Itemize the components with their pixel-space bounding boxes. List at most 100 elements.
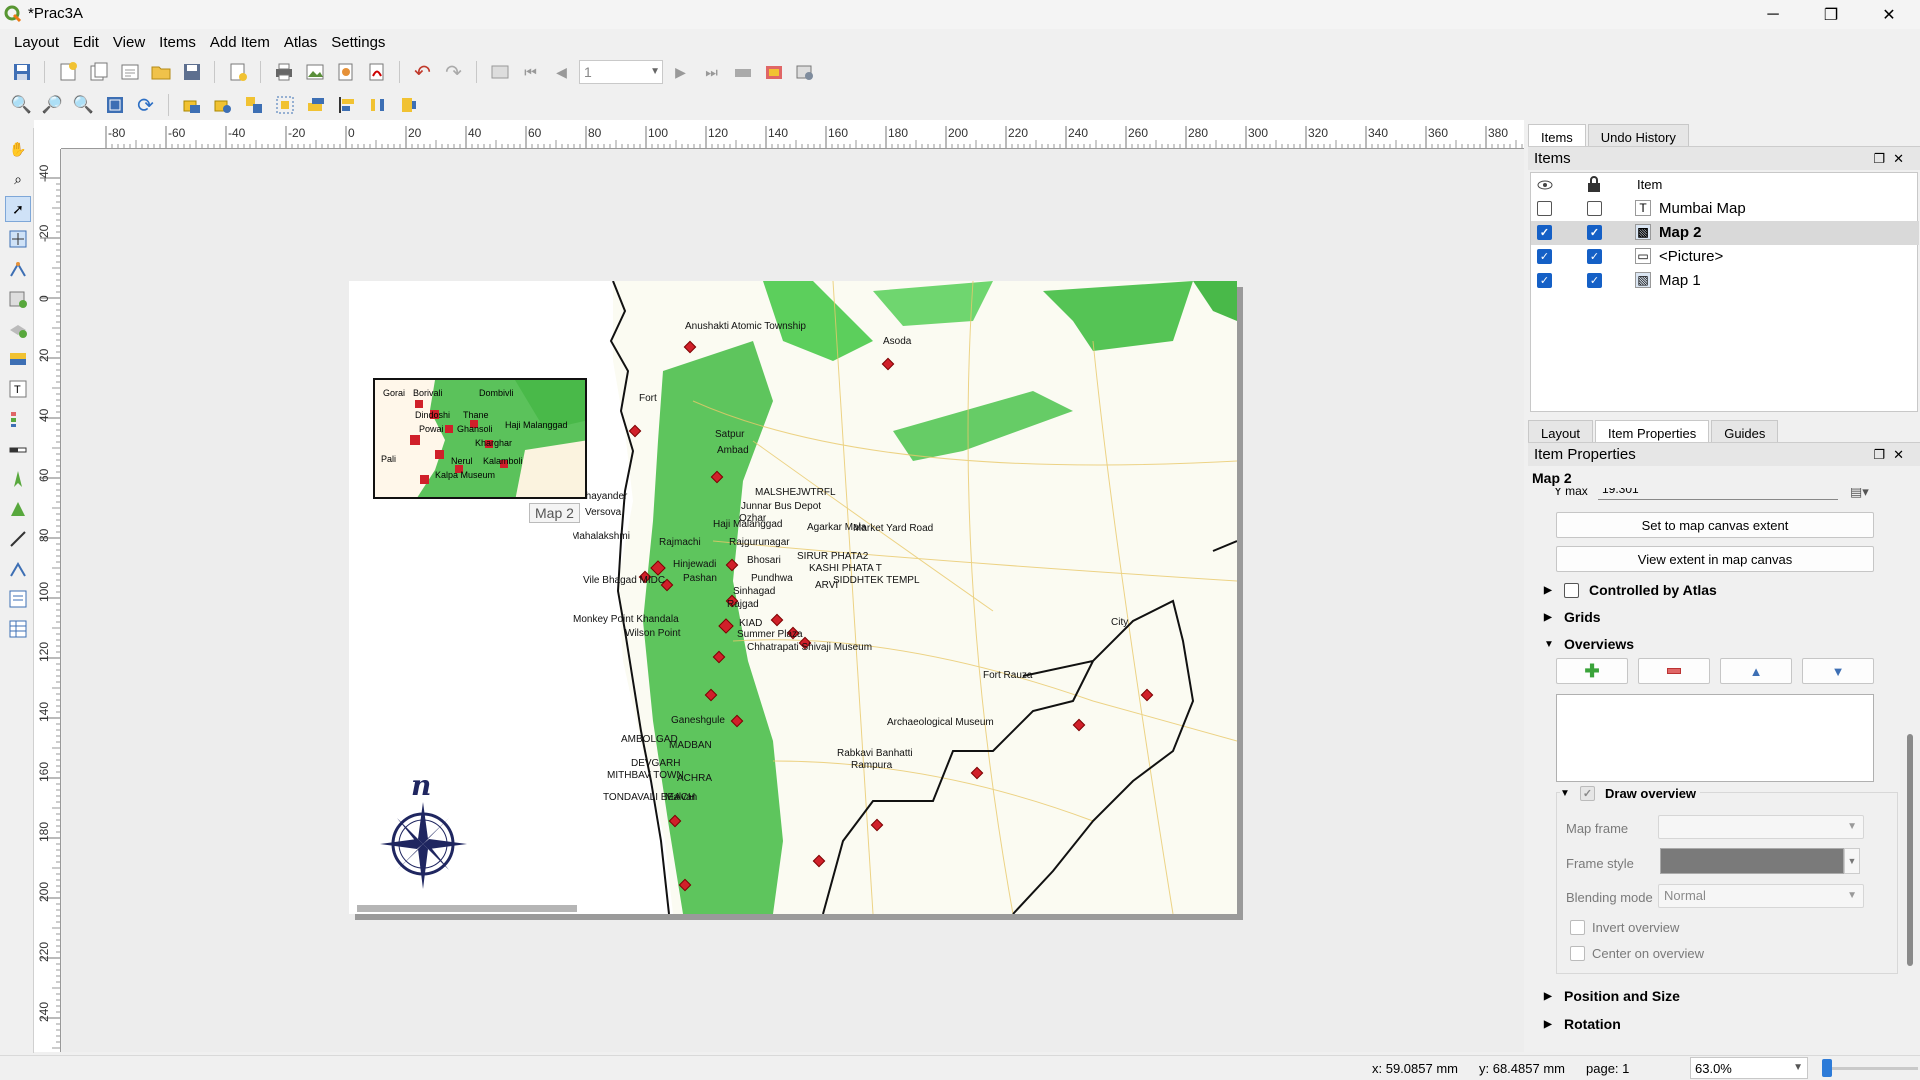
ymax-input[interactable]: 19.301	[1598, 488, 1838, 500]
zoom-slider[interactable]	[1822, 1059, 1918, 1077]
blending-mode-combo[interactable]: Normal ▼	[1658, 884, 1864, 908]
distribute-items-button[interactable]	[364, 92, 391, 119]
position-and-size-section[interactable]: ▶ Position and Size	[1544, 988, 1680, 1004]
menu-edit[interactable]: Edit	[67, 32, 105, 53]
float-panel-icon[interactable]: ❐	[1873, 151, 1893, 166]
print-button[interactable]	[270, 59, 297, 86]
zoom-out-button[interactable]: 🔎	[39, 92, 66, 119]
north-arrow-picture[interactable]: n	[375, 769, 475, 894]
grids-section[interactable]: ▶ Grids	[1544, 609, 1601, 625]
properties-scrollbar[interactable]	[1904, 488, 1916, 1054]
last-feature-button[interactable]: ⏭	[698, 59, 725, 86]
zoom-tool[interactable]: ⌕	[5, 166, 31, 192]
zoom-in-button[interactable]: 🔍	[8, 92, 35, 119]
overviews-section[interactable]: ▼ Overviews	[1544, 636, 1634, 652]
tab-items[interactable]: Items	[1528, 124, 1586, 146]
ungroup-items-button[interactable]	[271, 92, 298, 119]
atlas-preview-button[interactable]	[486, 59, 513, 86]
export-image-button[interactable]	[301, 59, 328, 86]
unlock-items-button[interactable]	[209, 92, 236, 119]
item-lock-checkbox[interactable]: ✓	[1587, 225, 1602, 240]
resize-items-button[interactable]	[395, 92, 422, 119]
layout-canvas[interactable]: Anushakti Atomic Township Asoda Fort Satpur…	[62, 149, 1524, 1052]
overviews-list[interactable]	[1556, 694, 1874, 782]
invert-overview-checkbox[interactable]	[1570, 920, 1585, 935]
item-visibility-checkbox[interactable]: ✓	[1537, 225, 1552, 240]
atlas-settings-button[interactable]	[791, 59, 818, 86]
layout-manager-button[interactable]	[116, 59, 143, 86]
add-pages-button[interactable]	[224, 59, 251, 86]
menu-add-item[interactable]: Add Item	[204, 32, 276, 53]
close-panel-icon[interactable]: ✕	[1893, 151, 1912, 166]
tab-undo-history[interactable]: Undo History	[1587, 124, 1689, 146]
item-lock-checkbox[interactable]: ✓	[1587, 273, 1602, 288]
open-template-button[interactable]	[147, 59, 174, 86]
zoom-slider-handle[interactable]	[1822, 1059, 1832, 1077]
draw-overview-section[interactable]: ▼ ✓ Draw overview	[1560, 786, 1701, 801]
atlas-page-combo[interactable]: 1 ▼	[579, 60, 663, 84]
menu-atlas[interactable]: Atlas	[278, 32, 323, 53]
inset-map-item[interactable]: Gorai Borivali Dombivli Dindoshi Thane P…	[373, 378, 587, 499]
add-map-tool[interactable]	[5, 286, 31, 312]
save-template-button[interactable]	[178, 59, 205, 86]
menu-layout[interactable]: Layout	[8, 32, 65, 53]
add-attribute-table-tool[interactable]	[5, 616, 31, 642]
close-panel-icon[interactable]: ✕	[1893, 447, 1912, 462]
controlled-by-atlas-section[interactable]: ▶ Controlled by Atlas	[1544, 582, 1717, 598]
add-picture-tool[interactable]	[5, 346, 31, 372]
new-layout-button[interactable]	[54, 59, 81, 86]
undo-button[interactable]: ↶	[409, 59, 436, 86]
add-legend-tool[interactable]	[5, 406, 31, 432]
data-defined-override-icon[interactable]: ▤▾	[1850, 488, 1869, 500]
rotation-section[interactable]: ▶ Rotation	[1544, 1016, 1621, 1032]
center-on-overview-checkbox[interactable]	[1570, 946, 1585, 961]
refresh-button[interactable]: ⟳	[132, 92, 159, 119]
item-row[interactable]: ✓ ✓ ▧ Map 2	[1531, 221, 1919, 245]
duplicate-layout-button[interactable]	[85, 59, 112, 86]
item-visibility-checkbox[interactable]	[1537, 201, 1552, 216]
menu-items[interactable]: Items	[153, 32, 202, 53]
tab-guides[interactable]: Guides	[1711, 420, 1779, 442]
close-window-button[interactable]: ✕	[1860, 0, 1918, 29]
item-row[interactable]: T Mumbai Map	[1531, 197, 1919, 221]
menu-settings[interactable]: Settings	[325, 32, 391, 53]
set-to-map-canvas-extent-button[interactable]: Set to map canvas extent	[1556, 512, 1874, 538]
restore-button[interactable]: ❐	[1802, 0, 1860, 29]
group-items-button[interactable]	[240, 92, 267, 119]
first-feature-button[interactable]: ⏮	[517, 59, 544, 86]
view-extent-in-map-canvas-button[interactable]: View extent in map canvas	[1556, 546, 1874, 572]
zoom-combo[interactable]: 63.0% ▼	[1690, 1057, 1808, 1079]
select-move-tool[interactable]: ➚	[5, 196, 31, 222]
main-map-item[interactable]: Anushakti Atomic Township Asoda Fort Satpur…	[573, 281, 1237, 914]
raise-items-button[interactable]	[302, 92, 329, 119]
lock-items-button[interactable]	[178, 92, 205, 119]
controlled-by-atlas-checkbox[interactable]	[1564, 582, 1579, 598]
draw-overview-checkbox[interactable]: ✓	[1580, 786, 1595, 801]
save-layout-button[interactable]	[8, 59, 35, 86]
export-svg-button[interactable]	[332, 59, 359, 86]
move-overview-up-button[interactable]: ▲	[1720, 658, 1792, 684]
item-lock-checkbox[interactable]: ✓	[1587, 249, 1602, 264]
align-items-button[interactable]	[333, 92, 360, 119]
print-atlas-button[interactable]	[729, 59, 756, 86]
add-label-tool[interactable]: T	[5, 376, 31, 402]
frame-style-dropdown[interactable]: ▼	[1844, 848, 1860, 874]
item-visibility-checkbox[interactable]: ✓	[1537, 249, 1552, 264]
previous-feature-button[interactable]: ◀	[548, 59, 575, 86]
frame-style-button[interactable]	[1660, 848, 1844, 874]
item-row[interactable]: ✓ ✓ ▭ <Picture>	[1531, 245, 1919, 269]
next-feature-button[interactable]: ▶	[667, 59, 694, 86]
add-north-arrow-tool[interactable]	[5, 466, 31, 492]
edit-nodes-tool[interactable]	[5, 256, 31, 282]
map-frame-combo[interactable]: ▼	[1658, 815, 1864, 839]
export-atlas-button[interactable]	[760, 59, 787, 86]
move-overview-down-button[interactable]: ▼	[1802, 658, 1874, 684]
item-visibility-checkbox[interactable]: ✓	[1537, 273, 1552, 288]
tab-item-properties[interactable]: Item Properties	[1595, 420, 1710, 442]
zoom-actual-button[interactable]: 🔍	[70, 92, 97, 119]
float-panel-icon[interactable]: ❐	[1873, 447, 1893, 462]
redo-button[interactable]: ↷	[440, 59, 467, 86]
menu-view[interactable]: View	[107, 32, 151, 53]
add-html-tool[interactable]	[5, 586, 31, 612]
move-content-tool[interactable]	[5, 226, 31, 252]
